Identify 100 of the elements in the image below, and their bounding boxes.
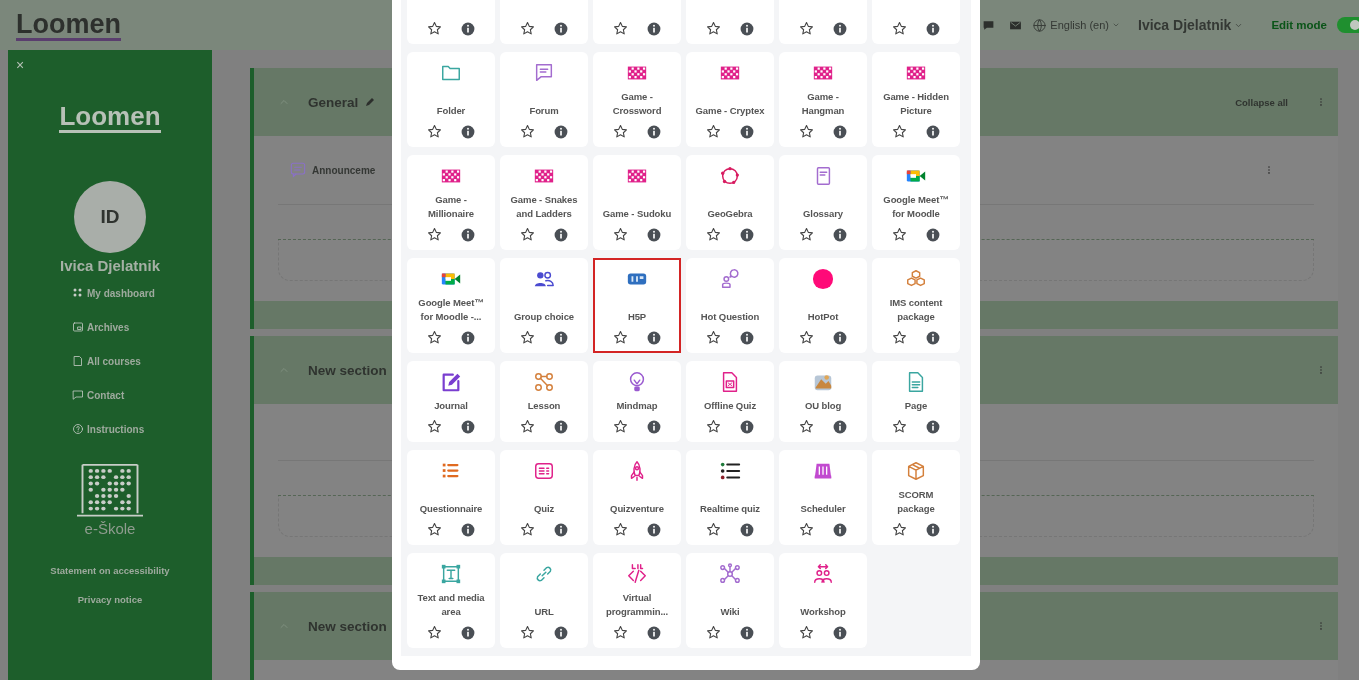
info-icon[interactable] (740, 419, 754, 434)
star-icon[interactable] (520, 419, 535, 434)
activity-tile[interactable]: HotPot (779, 258, 867, 353)
pencil-icon[interactable] (364, 96, 377, 108)
star-icon[interactable] (892, 21, 907, 36)
info-icon[interactable] (554, 330, 568, 345)
info-icon[interactable] (461, 522, 475, 537)
info-icon[interactable] (833, 227, 847, 242)
close-button[interactable]: × (16, 58, 25, 72)
activity-tile[interactable]: Scheduler (779, 450, 867, 545)
star-icon[interactable] (613, 227, 628, 242)
star-icon[interactable] (706, 625, 721, 640)
activity-tile[interactable]: H5P (593, 258, 681, 353)
star-icon[interactable] (892, 330, 907, 345)
star-icon[interactable] (799, 124, 814, 139)
activity-tile[interactable] (872, 0, 960, 44)
activity-tile[interactable]: GeoGebra (686, 155, 774, 250)
site-logo[interactable]: Loomen (16, 9, 121, 41)
activity-tile[interactable]: Virtual programmin... (593, 553, 681, 648)
star-icon[interactable] (427, 227, 442, 242)
activity-tile[interactable]: Game - Hangman (779, 52, 867, 147)
info-icon[interactable] (740, 124, 754, 139)
star-icon[interactable] (706, 330, 721, 345)
info-icon[interactable] (926, 419, 940, 434)
activity-tile[interactable]: Questionnaire (407, 450, 495, 545)
info-icon[interactable] (647, 227, 661, 242)
star-icon[interactable] (799, 419, 814, 434)
info-icon[interactable] (647, 625, 661, 640)
info-icon[interactable] (926, 330, 940, 345)
star-icon[interactable] (520, 227, 535, 242)
activity-tile[interactable]: Group choice (500, 258, 588, 353)
star-icon[interactable] (613, 330, 628, 345)
activity-tile[interactable]: SCORM package (872, 450, 960, 545)
info-icon[interactable] (926, 227, 940, 242)
star-icon[interactable] (520, 330, 535, 345)
info-icon[interactable] (461, 419, 475, 434)
star-icon[interactable] (799, 522, 814, 537)
info-icon[interactable] (461, 21, 475, 36)
info-icon[interactable] (647, 522, 661, 537)
star-icon[interactable] (799, 227, 814, 242)
activity-tile[interactable]: Google Meet™ for Moodle -... (407, 258, 495, 353)
activity-tile[interactable]: Workshop (779, 553, 867, 648)
info-icon[interactable] (554, 522, 568, 537)
activity-tile[interactable]: Realtime quiz (686, 450, 774, 545)
star-icon[interactable] (706, 227, 721, 242)
info-icon[interactable] (461, 625, 475, 640)
activity-tile[interactable]: Hot Question (686, 258, 774, 353)
activity-tile[interactable]: Quiz (500, 450, 588, 545)
activity-tile[interactable]: Quizventure (593, 450, 681, 545)
star-icon[interactable] (613, 522, 628, 537)
activity-tile[interactable]: Journal (407, 361, 495, 442)
info-icon[interactable] (833, 330, 847, 345)
activity-tile[interactable]: Mindmap (593, 361, 681, 442)
info-icon[interactable] (833, 625, 847, 640)
info-icon[interactable] (740, 330, 754, 345)
info-icon[interactable] (554, 625, 568, 640)
info-icon[interactable] (740, 625, 754, 640)
star-icon[interactable] (613, 625, 628, 640)
star-icon[interactable] (706, 21, 721, 36)
activity-tile[interactable]: Google Meet™ for Moodle (872, 155, 960, 250)
activity-tile[interactable]: Forum (500, 52, 588, 147)
info-icon[interactable] (554, 21, 568, 36)
activity-tile[interactable]: Game - Sudoku (593, 155, 681, 250)
info-icon[interactable] (833, 419, 847, 434)
info-icon[interactable] (740, 522, 754, 537)
info-icon[interactable] (926, 522, 940, 537)
info-icon[interactable] (926, 21, 940, 36)
info-icon[interactable] (554, 419, 568, 434)
star-icon[interactable] (613, 419, 628, 434)
star-icon[interactable] (520, 124, 535, 139)
activity-tile[interactable]: Game - Millionaire (407, 155, 495, 250)
activity-tile[interactable]: Page (872, 361, 960, 442)
info-icon[interactable] (833, 124, 847, 139)
activity-tile[interactable]: OU blog (779, 361, 867, 442)
star-icon[interactable] (520, 625, 535, 640)
star-icon[interactable] (613, 21, 628, 36)
activity-tile[interactable] (779, 0, 867, 44)
activity-tile[interactable] (593, 0, 681, 44)
activity-tile[interactable]: Game - Hidden Picture (872, 52, 960, 147)
activity-tile[interactable]: Wiki (686, 553, 774, 648)
star-icon[interactable] (892, 419, 907, 434)
info-icon[interactable] (461, 227, 475, 242)
activity-tile[interactable]: Glossary (779, 155, 867, 250)
star-icon[interactable] (427, 419, 442, 434)
info-icon[interactable] (647, 330, 661, 345)
edit-mode-toggle[interactable] (1337, 17, 1359, 33)
activity-tile[interactable]: IMS content package (872, 258, 960, 353)
activity-tile[interactable]: Game - Snakes and Ladders (500, 155, 588, 250)
star-icon[interactable] (706, 522, 721, 537)
star-icon[interactable] (892, 227, 907, 242)
info-icon[interactable] (833, 522, 847, 537)
info-icon[interactable] (554, 227, 568, 242)
activity-tile[interactable]: Offline Quiz (686, 361, 774, 442)
star-icon[interactable] (520, 522, 535, 537)
activity-tile[interactable]: URL (500, 553, 588, 648)
sidebar-logo[interactable]: Loomen (59, 102, 161, 133)
activity-tile[interactable]: Folder (407, 52, 495, 147)
star-icon[interactable] (613, 124, 628, 139)
info-icon[interactable] (647, 419, 661, 434)
info-icon[interactable] (926, 124, 940, 139)
